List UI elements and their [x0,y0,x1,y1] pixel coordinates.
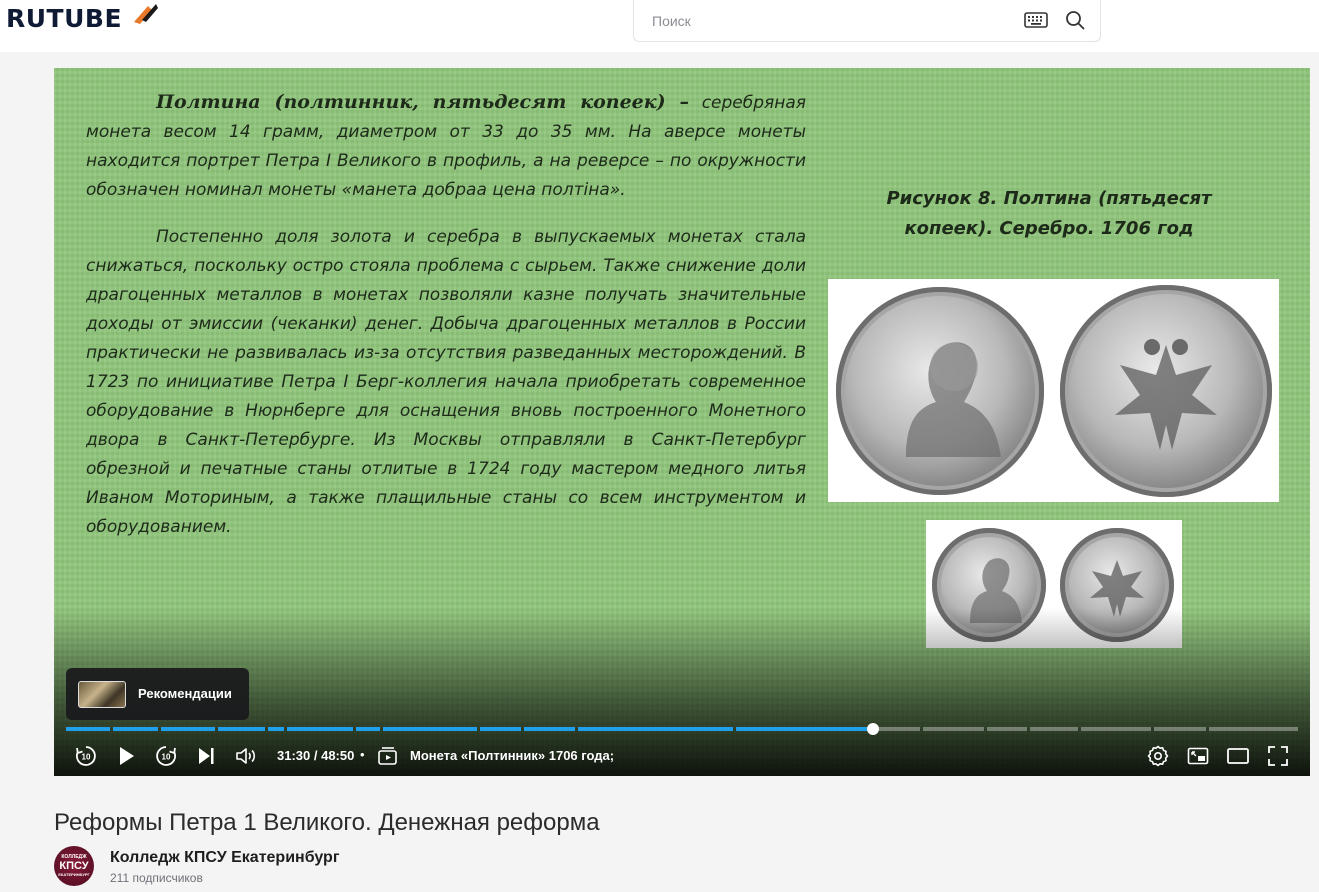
logo-ribbon-icon [134,4,158,24]
play-icon[interactable] [114,744,138,768]
progress-segment [736,727,872,731]
video-title: Реформы Петра 1 Великого. Денежная рефор… [54,809,600,837]
next-icon[interactable] [194,744,218,768]
avatar-text-3: ЕКАТЕРИНБУРГ [58,872,90,877]
search-input[interactable] [650,10,1004,32]
search-icon[interactable] [1064,9,1086,31]
chapter-title[interactable]: Монета «Полтинник» 1706 года; [410,748,614,763]
video-player[interactable]: Полтина (полтинник, пятьдесят копеек) – … [54,68,1310,776]
subscriber-count: 211 подписчиков [110,871,203,885]
progress-segment [287,727,353,731]
chapters-icon[interactable] [376,744,400,768]
progress-segment [1081,727,1151,731]
theater-mode-icon[interactable] [1226,744,1250,768]
progress-segment [218,727,265,731]
rewind-10-icon[interactable]: 10 [74,744,98,768]
slide-paragraph-2: Постепенно доля золота и серебра в выпус… [86,227,806,537]
volume-icon[interactable] [234,744,258,768]
progress-segment [1030,727,1078,731]
keyboard-icon[interactable] [1024,11,1048,29]
svg-text:10: 10 [162,753,171,762]
search-box [633,0,1101,42]
progress-segment [872,727,920,731]
picture-in-picture-icon[interactable] [1186,744,1210,768]
progress-segment [524,727,575,731]
progress-segment [161,727,215,731]
separator-dot: • [360,747,365,762]
progress-segment [113,727,158,731]
time-display: 31:30 / 48:50 [277,748,355,763]
svg-text:10: 10 [82,753,91,762]
rutube-logo[interactable]: RUTUBE [6,4,122,33]
progress-segment [1209,727,1298,731]
progress-segment [1154,727,1206,731]
coin-reverse [1060,285,1272,497]
channel-avatar[interactable]: КОЛЛЕДЖ КПСУ ЕКАТЕРИНБУРГ [54,846,94,886]
recommendations-button[interactable]: Рекомендации [66,668,249,720]
player-controls: 10 10 31:30 / 48:50 • Монета «Полтинник»… [54,740,1310,772]
channel-name[interactable]: Колледж КПСУ Екатеринбург [110,849,340,867]
slide-heading: Полтина (полтинник, пятьдесят копеек) – [156,91,689,113]
progress-segment [923,727,984,731]
progress-segment [987,727,1027,731]
progress-segment [480,727,521,731]
recommendations-thumbnail [78,681,126,708]
progress-segment [383,727,477,731]
figure-caption: Рисунок 8. Полтина (пятьдесят копеек). С… [886,188,1212,239]
avatar-text-2: КПСУ [59,860,89,872]
slide-text: Полтина (полтинник, пятьдесят копеек) – … [86,88,806,542]
progress-segment [66,727,110,731]
progress-handle[interactable] [867,723,879,735]
coin-image-large [828,279,1279,502]
settings-gear-icon[interactable] [1146,744,1170,768]
coin-obverse [836,287,1044,495]
progress-bar[interactable] [66,723,1298,735]
progress-segment [356,727,380,731]
top-bar: RUTUBE [0,0,1319,52]
recommendations-label: Рекомендации [138,686,232,701]
fullscreen-icon[interactable] [1266,744,1290,768]
forward-10-icon[interactable]: 10 [154,744,178,768]
progress-segment [578,727,733,731]
progress-segment [268,727,284,731]
